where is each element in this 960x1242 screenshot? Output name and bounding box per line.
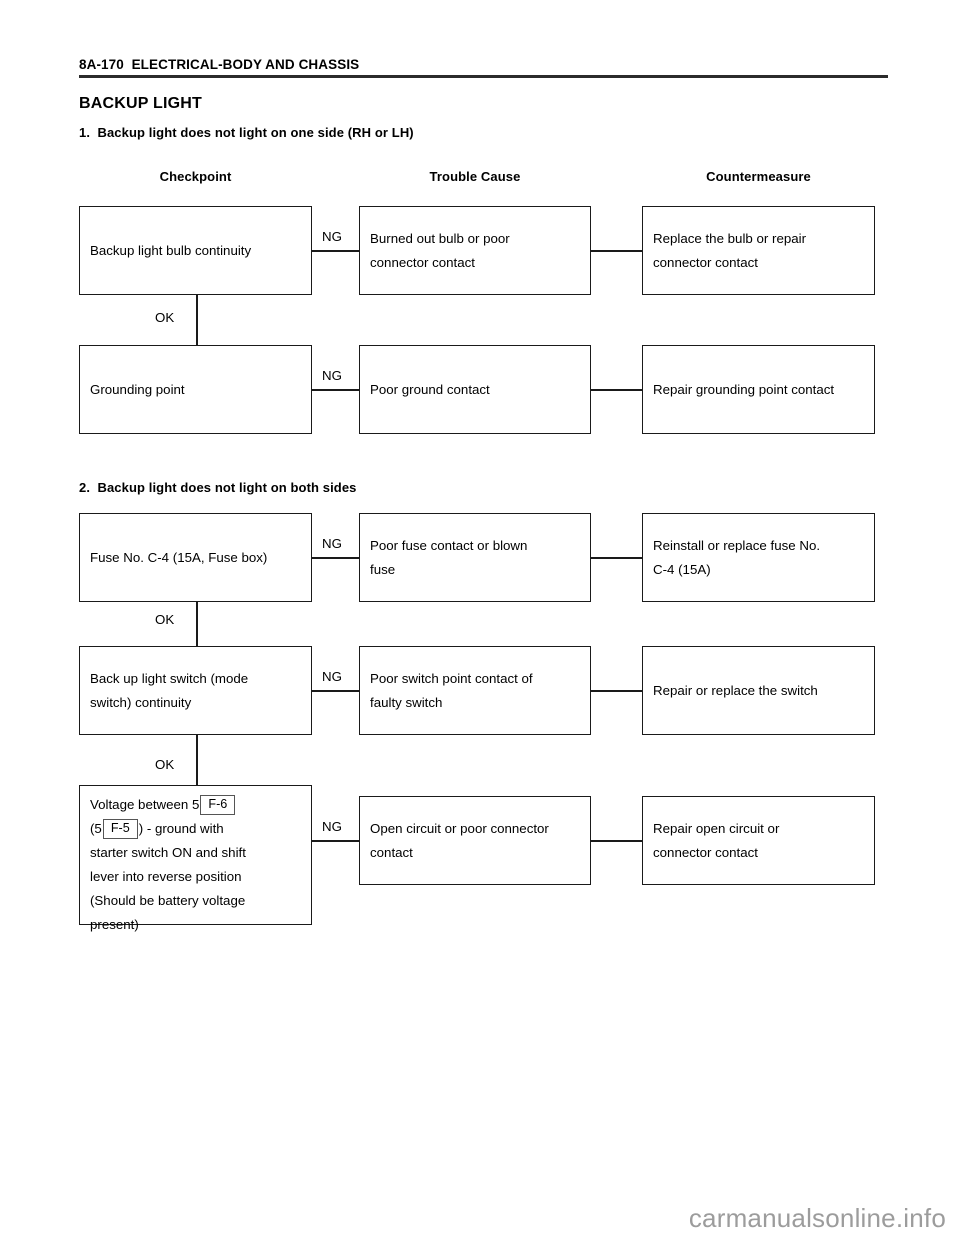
trouble-cause-box-2-3-text: Open circuit or poor connector contact: [360, 817, 590, 865]
connector-line-2-1-result: [591, 557, 643, 559]
connector-code-chip-f6: F-6: [200, 795, 236, 815]
pass-line-2-1: [196, 602, 198, 646]
branch-label-ng-2-3: NG: [322, 819, 342, 834]
trouble-cause-box-2-1: Poor fuse contact or blown fuse: [359, 513, 591, 602]
connector-code-chip-f5: F-5: [102, 819, 138, 839]
voltage-check-line2-pre: (5: [90, 821, 102, 836]
trouble-cause-box-2-1-text: Poor fuse contact or blown fuse: [360, 534, 590, 582]
pass-label-ok-2-1: OK: [155, 612, 175, 627]
checkpoint-box-grounding-point: Grounding point: [79, 345, 312, 434]
connector-line-1-1-ng: [312, 250, 359, 252]
checkpoint-2-2-line2: switch) continuity: [90, 694, 192, 710]
connector-line-2-2-result: [591, 690, 643, 692]
countermeasure-box-2-2-text: Repair or replace the switch: [653, 682, 818, 698]
voltage-check-line4: lever into reverse position: [90, 869, 242, 884]
trouble-cause-1-1-line2: connector contact: [370, 254, 475, 270]
trouble-cause-box-1-1-text: Burned out bulb or poor connector contac…: [360, 227, 590, 275]
countermeasure-2-1-line2: C-4 (15A): [653, 561, 711, 577]
trouble-cause-1-1-line1: Burned out bulb or poor: [370, 230, 510, 246]
trouble-cause-box-2-2-text: Poor switch point contact of faulty swit…: [360, 667, 590, 715]
countermeasure-1-1-line1: Replace the bulb or repair: [653, 230, 807, 246]
site-watermark: carmanualsonline.info: [688, 1203, 946, 1233]
trouble-cause-2-2-line1: Poor switch point contact of: [370, 670, 533, 686]
checkpoint-2-2-line1: Back up light switch (mode: [90, 670, 249, 686]
checkpoint-box-backup-switch: Back up light switch (mode switch) conti…: [79, 646, 312, 735]
trouble-cause-box-2-2: Poor switch point contact of faulty swit…: [359, 646, 591, 735]
section-1-heading: 1. Backup light does not light on one si…: [79, 125, 414, 140]
trouble-cause-2-3-line1: Open circuit or poor connector: [370, 820, 549, 836]
pass-line-2-2: [196, 735, 198, 785]
trouble-cause-box-1-1: Burned out bulb or poor connector contac…: [359, 206, 591, 295]
trouble-cause-2-3-line2: contact: [370, 844, 413, 860]
countermeasure-box-2-3-text: Repair open circuit or connector contact: [643, 817, 874, 865]
section-2-heading: 2. Backup light does not light on both s…: [79, 480, 357, 495]
connector-line-2-3-ng: [312, 840, 359, 842]
pass-line-1-1: [196, 295, 198, 345]
checkpoint-box-backup-switch-text: Back up light switch (mode switch) conti…: [80, 667, 311, 715]
countermeasure-2-3-line1: Repair open circuit or: [653, 820, 780, 836]
connector-line-1-1-result: [591, 250, 643, 252]
voltage-check-line6: present): [90, 917, 139, 932]
voltage-check-line1-pre: Voltage between 5: [90, 797, 200, 812]
countermeasure-box-1-2: Repair grounding point contact: [642, 345, 875, 434]
countermeasure-2-3-line2: connector contact: [653, 844, 758, 860]
countermeasure-box-1-1-text: Replace the bulb or repair connector con…: [643, 227, 874, 275]
trouble-cause-2-1-line2: fuse: [370, 561, 396, 577]
trouble-cause-box-1-2-text: Poor ground contact: [370, 381, 490, 397]
voltage-check-line2-post: ) - ground with: [138, 821, 224, 836]
checkpoint-box-fuse: Fuse No. C-4 (15A, Fuse box): [79, 513, 312, 602]
checkpoint-box-voltage-check-text: Voltage between 5 F-6 (5 F-5) - ground wit…: [80, 786, 311, 937]
connector-line-2-1-ng: [312, 557, 359, 559]
checkpoint-box-grounding-point-text: Grounding point: [90, 381, 185, 397]
branch-label-ng-1-1: NG: [322, 229, 342, 244]
countermeasure-1-1-line2: connector contact: [653, 254, 758, 270]
pass-label-ok-2-2: OK: [155, 757, 175, 772]
connector-line-1-2-result: [591, 389, 643, 391]
connector-line-1-2-ng: [312, 389, 359, 391]
column-header-checkpoint: Checkpoint: [159, 169, 232, 184]
connector-line-2-3-result: [591, 840, 643, 842]
column-header-countermeasure: Countermeasure: [706, 169, 811, 184]
page-header: 8A-170 ELECTRICAL-BODY AND CHASSIS: [79, 57, 888, 78]
voltage-check-line1: Voltage between 5 F-6: [90, 793, 301, 817]
countermeasure-box-2-3: Repair open circuit or connector contact: [642, 796, 875, 885]
countermeasure-box-2-2: Repair or replace the switch: [642, 646, 875, 735]
document-page: 8A-170 ELECTRICAL-BODY AND CHASSIS BACKU…: [0, 0, 960, 1242]
header-rule: [79, 75, 888, 78]
countermeasure-box-2-1-text: Reinstall or replace fuse No. C-4 (15A): [643, 534, 874, 582]
checkpoint-box-bulb-continuity: Backup light bulb continuity: [79, 206, 312, 295]
checkpoint-box-voltage-check: Voltage between 5 F-6 (5 F-5) - ground wit…: [79, 785, 312, 932]
trouble-cause-2-1-line1: Poor fuse contact or blown: [370, 537, 528, 553]
page-title: BACKUP LIGHT: [79, 95, 202, 112]
branch-label-ng-2-1: NG: [322, 536, 342, 551]
trouble-cause-2-2-line2: faulty switch: [370, 694, 443, 710]
pass-label-ok-1-1: OK: [155, 310, 175, 325]
branch-label-ng-2-2: NG: [322, 669, 342, 684]
checkpoint-box-bulb-continuity-text: Backup light bulb continuity: [90, 242, 252, 258]
column-header-trouble-cause: Trouble Cause: [429, 169, 521, 184]
connector-line-2-2-ng: [312, 690, 359, 692]
countermeasure-2-1-line1: Reinstall or replace fuse No.: [653, 537, 821, 553]
countermeasure-box-2-1: Reinstall or replace fuse No. C-4 (15A): [642, 513, 875, 602]
countermeasure-box-1-2-text: Repair grounding point contact: [653, 381, 835, 397]
trouble-cause-box-2-3: Open circuit or poor connector contact: [359, 796, 591, 885]
branch-label-ng-1-2: NG: [322, 368, 342, 383]
countermeasure-box-1-1: Replace the bulb or repair connector con…: [642, 206, 875, 295]
voltage-check-line5: (Should be battery voltage: [90, 893, 246, 908]
trouble-cause-box-1-2: Poor ground contact: [359, 345, 591, 434]
page-header-text: 8A-170 ELECTRICAL-BODY AND CHASSIS: [79, 57, 360, 72]
voltage-check-line3: starter switch ON and shift: [90, 845, 246, 860]
voltage-check-line2: (5 F-5) - ground with: [90, 817, 301, 841]
checkpoint-box-fuse-text: Fuse No. C-4 (15A, Fuse box): [90, 549, 268, 565]
